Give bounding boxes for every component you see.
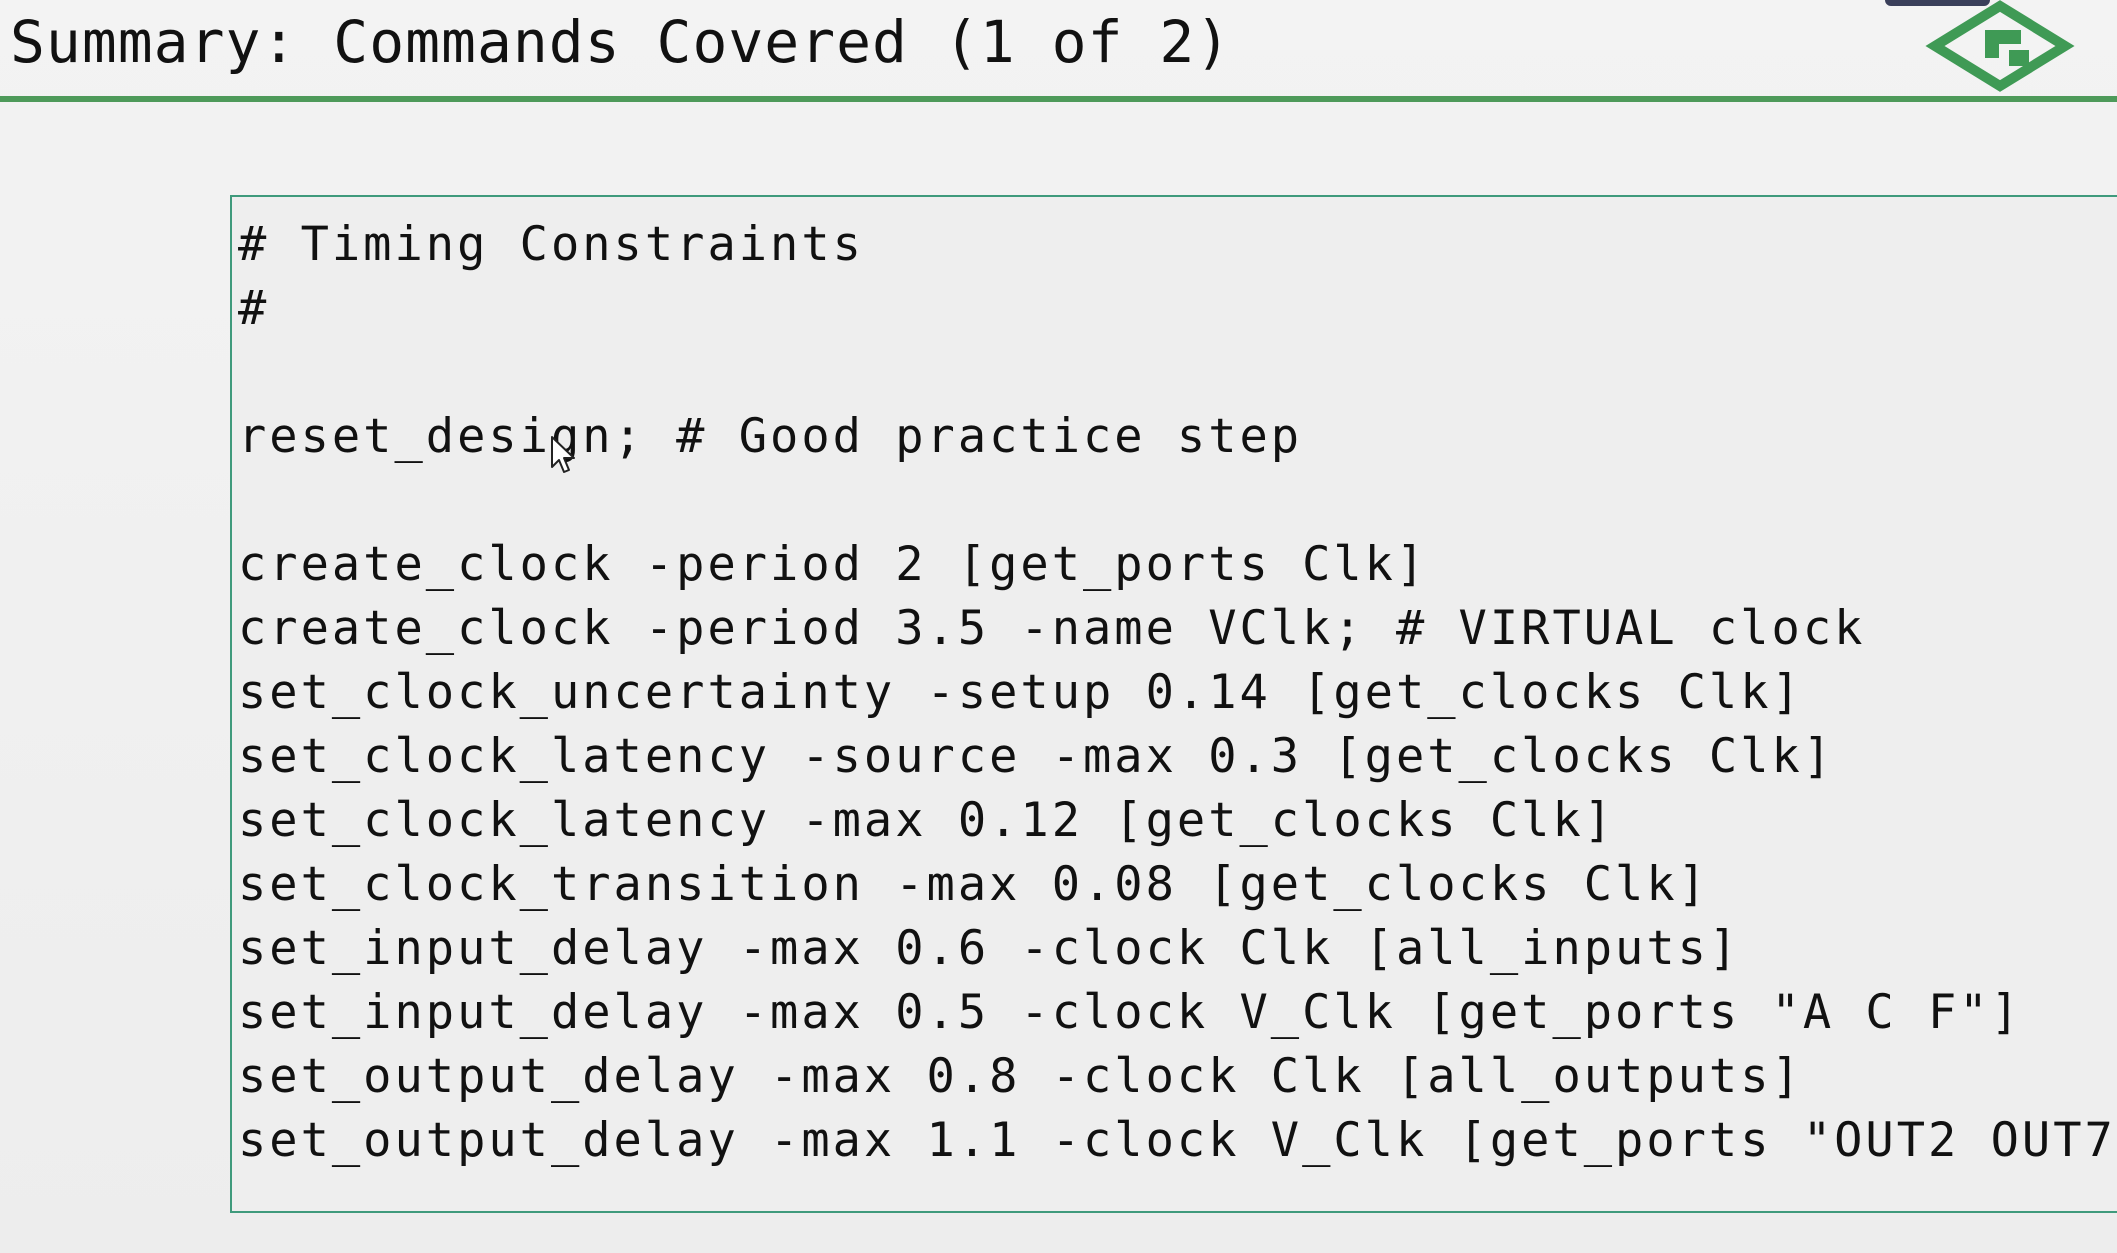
code-line: set_clock_transition -max 0.08 [get_cloc… (238, 857, 1709, 912)
code-line: set_clock_latency -source -max 0.3 [get_… (238, 729, 1835, 784)
code-block: # Timing Constraints # reset_design; # Goo… (230, 195, 2117, 1213)
code-line: # Timing Constraints (238, 217, 864, 272)
mouse-pointer-icon (551, 436, 575, 473)
title-bar: Summary: Commands Covered (1 of 2) (0, 0, 2117, 96)
code-line: set_output_delay -max 0.8 -clock Clk [al… (238, 1049, 1803, 1104)
page-title: Summary: Commands Covered (1 of 2) (10, 8, 1232, 76)
code-line: create_clock -period 2 [get_ports Clk] (238, 537, 1428, 592)
code-line: # (238, 281, 270, 336)
code-line: set_input_delay -max 0.6 -clock Clk [all… (238, 921, 1741, 976)
code-line: set_clock_uncertainty -setup 0.14 [get_c… (238, 665, 1803, 720)
title-divider (0, 96, 2117, 102)
brand-logo-icon (1925, 0, 2075, 92)
slide: Summary: Commands Covered (1 of 2) # Tim… (0, 0, 2117, 1253)
code-line: set_input_delay -max 0.5 -clock V_Clk [g… (238, 985, 2022, 1040)
code-line: set_output_delay -max 1.1 -clock V_Clk [… (238, 1113, 2117, 1168)
code-line: set_clock_latency -max 0.12 [get_clocks … (238, 793, 1616, 848)
code-lines: # Timing Constraints # reset_design; # Goo… (238, 213, 2117, 1173)
code-line: create_clock -period 3.5 -name VClk; # V… (238, 601, 1866, 656)
code-line: reset_design; # Good practice step (238, 409, 1303, 464)
